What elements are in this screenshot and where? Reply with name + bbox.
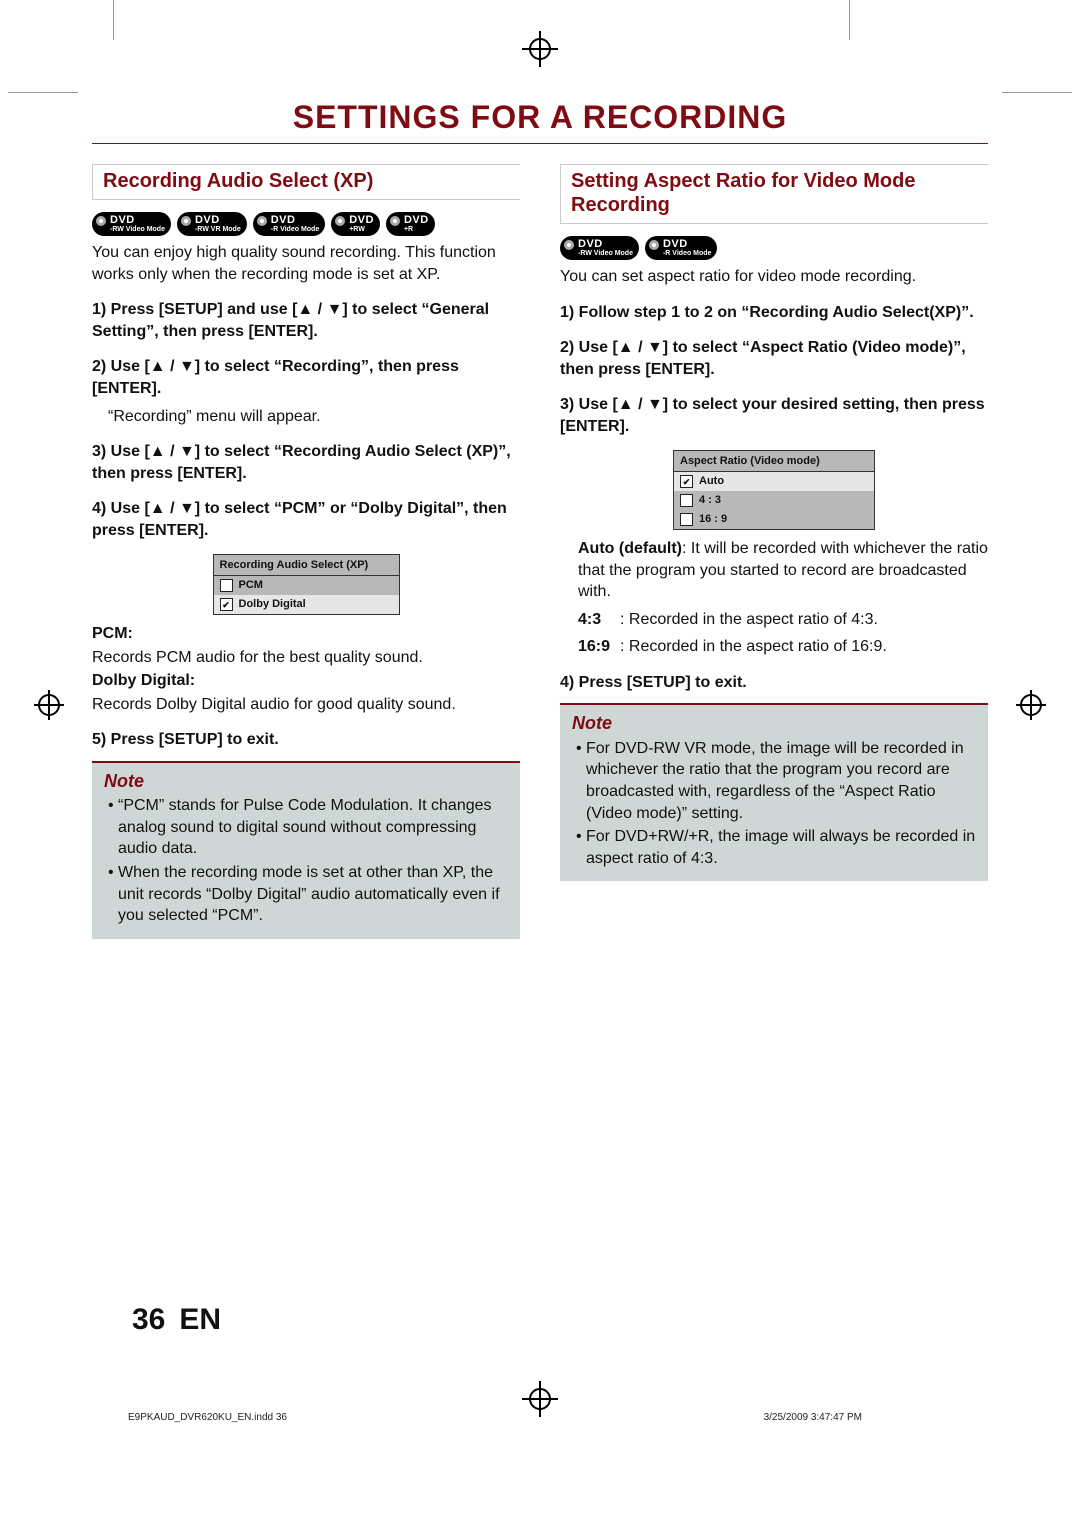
page-lang: EN bbox=[179, 1300, 221, 1341]
menu-option-selected: ✔ Auto bbox=[674, 472, 874, 491]
step-5: 5) Press [SETUP] to exit. bbox=[92, 729, 520, 751]
registration-mark-icon bbox=[529, 1388, 551, 1410]
step-1: 1) Follow step 1 to 2 on “Recording Audi… bbox=[560, 302, 988, 324]
def-pcm-heading: PCM: bbox=[92, 625, 133, 642]
note-box: Note For DVD-RW VR mode, the image will … bbox=[560, 703, 988, 881]
menu-title: Recording Audio Select (XP) bbox=[214, 555, 399, 577]
page-footer: 36 EN bbox=[132, 1300, 221, 1341]
menu-recording-audio: Recording Audio Select (XP) PCM ✔ Dolby … bbox=[213, 554, 400, 616]
menu-option-label: 4 : 3 bbox=[699, 493, 721, 508]
two-columns: Recording Audio Select (XP) DVD-RW Video… bbox=[92, 164, 988, 939]
registration-mark-icon bbox=[1020, 694, 1042, 716]
col-right: Setting Aspect Ratio for Video Mode Reco… bbox=[560, 164, 988, 939]
checkbox-checked-icon: ✔ bbox=[680, 475, 693, 488]
dvd-badge: DVD-R Video Mode bbox=[253, 212, 325, 236]
note-item: When the recording mode is set at other … bbox=[118, 862, 508, 927]
menu-option-selected: ✔ Dolby Digital bbox=[214, 595, 399, 614]
dvd-badge-row: DVD-RW Video Mode DVD-RW VR Mode DVD-R V… bbox=[92, 212, 520, 236]
note-item: “PCM” stands for Pulse Code Modulation. … bbox=[118, 795, 508, 860]
note-item: For DVD+RW/+R, the image will always be … bbox=[586, 826, 976, 869]
checkbox-icon bbox=[680, 513, 693, 526]
menu-option-label: Dolby Digital bbox=[239, 597, 306, 612]
menu-aspect-ratio: Aspect Ratio (Video mode) ✔ Auto 4 : 3 1… bbox=[673, 450, 875, 530]
dvd-badge: DVD+RW bbox=[331, 212, 380, 236]
step-4: 4) Use [▲ / ▼] to select “PCM” or “Dolby… bbox=[92, 498, 520, 541]
note-title: Note bbox=[572, 711, 976, 735]
footer-file: E9PKAUD_DVR620KU_EN.indd 36 bbox=[128, 1411, 287, 1425]
def-16-9: 16:9: Recorded in the aspect ratio of 16… bbox=[560, 636, 988, 658]
dvd-badge-row: DVD-RW Video Mode DVD-R Video Mode bbox=[560, 236, 988, 260]
def-dd-heading: Dolby Digital: bbox=[92, 672, 195, 689]
col-left: Recording Audio Select (XP) DVD-RW Video… bbox=[92, 164, 520, 939]
crop-mark bbox=[1002, 92, 1072, 93]
step-3: 3) Use [▲ / ▼] to select your desired se… bbox=[560, 394, 988, 437]
step-2-sub: “Recording” menu will appear. bbox=[92, 406, 520, 428]
crop-mark bbox=[8, 92, 78, 93]
footer-stamp: 3/25/2009 3:47:47 PM bbox=[764, 1411, 862, 1425]
note-box: Note “PCM” stands for Pulse Code Modulat… bbox=[92, 761, 520, 939]
intro-text: You can enjoy high quality sound recordi… bbox=[92, 242, 520, 285]
menu-option: PCM bbox=[214, 576, 399, 595]
dvd-badge: DVD-R Video Mode bbox=[645, 236, 717, 260]
section-heading: Recording Audio Select (XP) bbox=[103, 169, 510, 193]
menu-title: Aspect Ratio (Video mode) bbox=[674, 451, 874, 473]
note-title: Note bbox=[104, 769, 508, 793]
checkbox-icon bbox=[220, 579, 233, 592]
page-number: 36 bbox=[132, 1300, 165, 1341]
dvd-badge: DVD+R bbox=[386, 212, 435, 236]
step-2: 2) Use [▲ / ▼] to select “Recording”, th… bbox=[92, 356, 520, 399]
crop-mark bbox=[849, 0, 850, 40]
step-3: 3) Use [▲ / ▼] to select “Recording Audi… bbox=[92, 441, 520, 484]
manual-page: SETTINGS FOR A RECORDING Recording Audio… bbox=[0, 0, 1080, 1528]
def-pcm-body: Records PCM audio for the best quality s… bbox=[92, 647, 520, 669]
step-4: 4) Press [SETUP] to exit. bbox=[560, 672, 988, 694]
menu-option-label: Auto bbox=[699, 474, 724, 489]
menu-option-label: 16 : 9 bbox=[699, 512, 727, 527]
def-4-3: 4:3: Recorded in the aspect ratio of 4:3… bbox=[560, 609, 988, 631]
section-heading-box: Recording Audio Select (XP) bbox=[92, 164, 520, 200]
checkbox-checked-icon: ✔ bbox=[220, 598, 233, 611]
checkbox-icon bbox=[680, 494, 693, 507]
content: SETTINGS FOR A RECORDING Recording Audio… bbox=[92, 96, 988, 939]
title-rule bbox=[92, 143, 988, 144]
intro-text: You can set aspect ratio for video mode … bbox=[560, 266, 988, 288]
step-2: 2) Use [▲ / ▼] to select “Aspect Ratio (… bbox=[560, 337, 988, 380]
dvd-badge: DVD-RW VR Mode bbox=[177, 212, 247, 236]
menu-option: 16 : 9 bbox=[674, 510, 874, 529]
crop-mark bbox=[113, 0, 114, 40]
section-heading-box: Setting Aspect Ratio for Video Mode Reco… bbox=[560, 164, 988, 224]
section-heading: Setting Aspect Ratio for Video Mode Reco… bbox=[571, 169, 978, 217]
note-item: For DVD-RW VR mode, the image will be re… bbox=[586, 738, 976, 824]
registration-mark-icon bbox=[529, 38, 551, 60]
dvd-badge: DVD-RW Video Mode bbox=[560, 236, 639, 260]
dvd-badge: DVD-RW Video Mode bbox=[92, 212, 171, 236]
def-dd-body: Records Dolby Digital audio for good qua… bbox=[92, 694, 520, 716]
definitions: PCM: Records PCM audio for the best qual… bbox=[92, 623, 520, 715]
def-auto: Auto (default): It will be recorded with… bbox=[560, 538, 988, 603]
page-title: SETTINGS FOR A RECORDING bbox=[92, 96, 988, 139]
step-1: 1) Press [SETUP] and use [▲ / ▼] to sele… bbox=[92, 299, 520, 342]
menu-option-label: PCM bbox=[239, 578, 263, 593]
registration-mark-icon bbox=[38, 694, 60, 716]
menu-option: 4 : 3 bbox=[674, 491, 874, 510]
